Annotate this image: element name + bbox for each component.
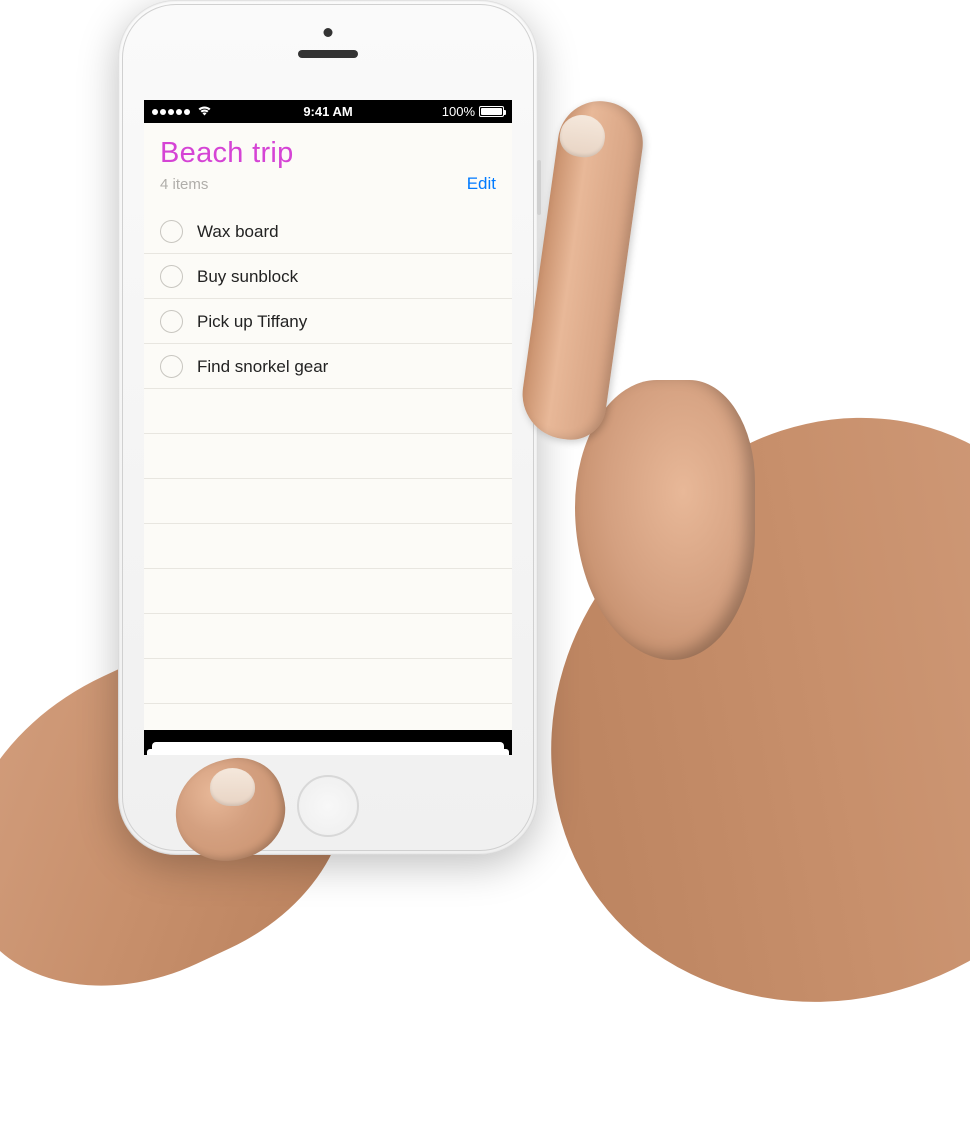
checkbox-icon[interactable]: [160, 220, 183, 243]
list-item[interactable]: Wax board: [144, 209, 512, 254]
index-finger-illustration: [540, 100, 635, 440]
edit-button[interactable]: Edit: [467, 174, 496, 194]
item-count: 4 items: [160, 176, 208, 193]
card-stack-footer[interactable]: [144, 730, 512, 755]
earpiece-speaker: [298, 50, 358, 58]
iphone-device: 9:41 AM 100% Beach trip 4 items Edit: [118, 0, 538, 855]
reminders-app: Beach trip 4 items Edit Wax board Buy su…: [144, 123, 512, 755]
item-label: Find snorkel gear: [197, 357, 328, 377]
checkbox-icon[interactable]: [160, 355, 183, 378]
signal-strength-icon: [152, 109, 190, 115]
item-label: Wax board: [197, 222, 279, 242]
battery-percent: 100%: [442, 104, 475, 119]
item-label: Buy sunblock: [197, 267, 298, 287]
status-time: 9:41 AM: [303, 104, 352, 119]
list-title: Beach trip: [160, 137, 496, 170]
list-item[interactable]: Buy sunblock: [144, 254, 512, 299]
home-button[interactable]: [297, 775, 359, 837]
phone-screen: 9:41 AM 100% Beach trip 4 items Edit: [144, 100, 512, 755]
item-label: Pick up Tiffany: [197, 312, 307, 332]
reminder-list: Wax board Buy sunblock Pick up Tiffany F…: [144, 209, 512, 389]
status-bar: 9:41 AM 100%: [144, 100, 512, 123]
status-right: 100%: [442, 104, 504, 119]
list-header: Beach trip 4 items Edit: [144, 137, 512, 204]
front-camera: [324, 28, 333, 37]
status-left: [152, 104, 212, 119]
checkbox-icon[interactable]: [160, 310, 183, 333]
list-item[interactable]: Find snorkel gear: [144, 344, 512, 389]
checkbox-icon[interactable]: [160, 265, 183, 288]
thumb-illustration: [175, 760, 295, 865]
wifi-icon: [197, 104, 212, 119]
list-item[interactable]: Pick up Tiffany: [144, 299, 512, 344]
battery-icon: [479, 106, 504, 117]
